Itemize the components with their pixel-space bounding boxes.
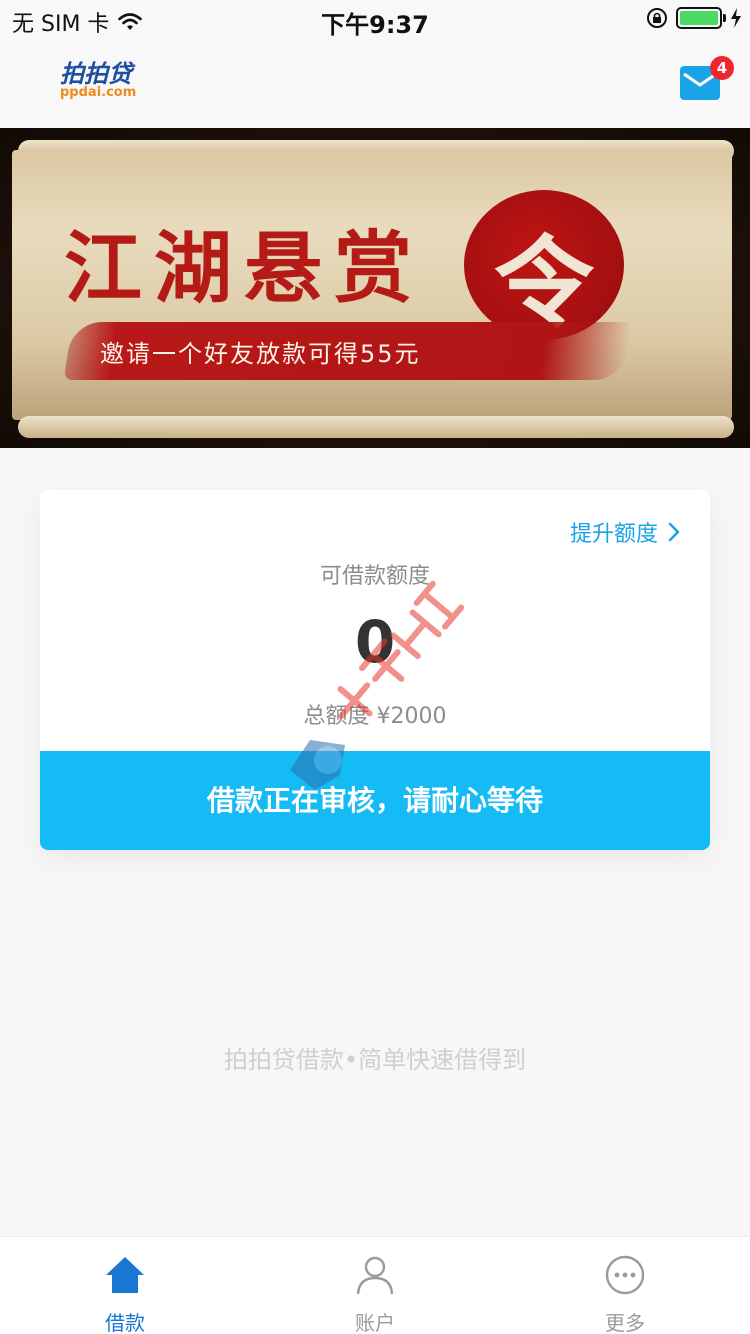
- status-time: 下午9:37: [321, 11, 429, 39]
- raise-limit-link[interactable]: 提升额度: [570, 516, 680, 548]
- tab-bar: 借款 账户 更多: [0, 1236, 750, 1334]
- app-header: 拍拍贷 ppdai.com 4: [0, 40, 750, 128]
- home-icon: [106, 1257, 144, 1293]
- logo-en: ppdai.com: [60, 85, 137, 100]
- user-icon: [356, 1256, 394, 1295]
- tab-more[interactable]: 更多: [500, 1237, 750, 1334]
- scroll-rod-bottom: [18, 416, 734, 438]
- rotation-lock-icon: [647, 8, 667, 28]
- mail-badge: 4: [710, 56, 734, 80]
- total-credit-label: 总额度 ¥2000: [303, 704, 447, 729]
- more-icon: [605, 1255, 645, 1295]
- logo-cn: 拍拍贷: [60, 60, 132, 88]
- status-indicators: [646, 7, 742, 29]
- raise-limit-label: 提升额度: [569, 522, 658, 547]
- slogan: 拍拍贷借款•简单快速借得到: [223, 1046, 527, 1074]
- battery-icon: [676, 7, 726, 29]
- promo-banner[interactable]: 令 江湖悬赏 邀请一个好友放款可得55元: [0, 128, 750, 448]
- available-credit-label: 可借款额度: [319, 564, 430, 589]
- chevron-right-icon: [668, 522, 680, 542]
- tab-account[interactable]: 账户: [250, 1237, 500, 1334]
- banner-title: 江湖悬赏: [64, 223, 425, 314]
- banner-subtitle: 邀请一个好友放款可得55元: [100, 340, 421, 368]
- tab-loan-label: 借款: [105, 1311, 145, 1334]
- status-bar: 无 SIM 卡 下午9:37: [0, 0, 750, 40]
- ppdai-logo[interactable]: 拍拍贷 ppdai.com: [60, 62, 136, 99]
- credit-card: 提升额度 可借款额度 0 总额度 ¥2000 借款正在审核，请耐心等待: [40, 490, 710, 850]
- tab-loan[interactable]: 借款: [0, 1237, 250, 1334]
- tab-account-label: 账户: [355, 1311, 395, 1334]
- tab-more-label: 更多: [605, 1311, 645, 1334]
- loan-status-button[interactable]: 借款正在审核，请耐心等待: [40, 751, 710, 850]
- charging-icon: [731, 8, 741, 28]
- available-credit-amount: 0: [354, 608, 396, 676]
